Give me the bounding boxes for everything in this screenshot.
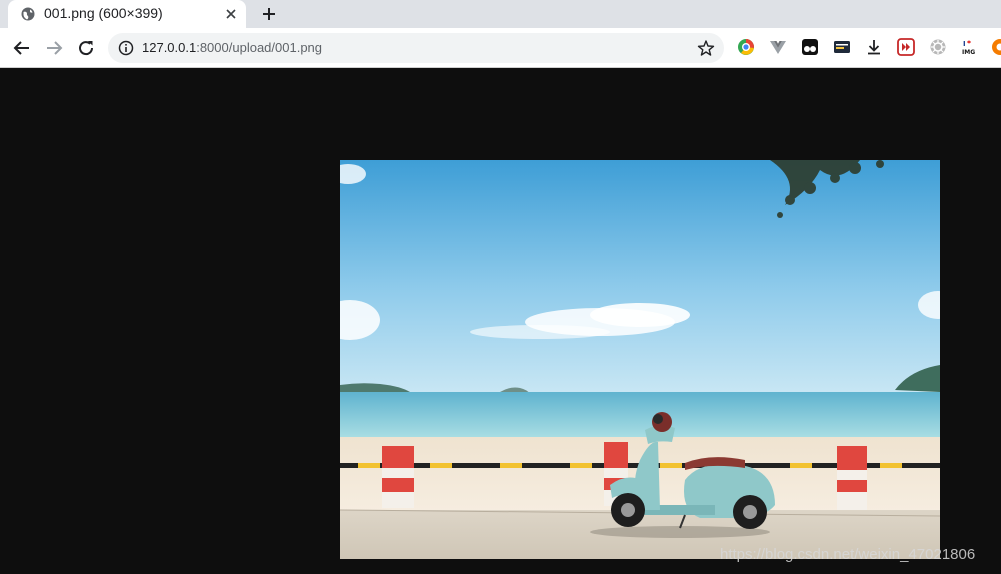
browser-chrome: 001.png (600×399) 127.0.0.1:8000/upload/… — [0, 0, 1001, 68]
gear-icon[interactable] — [929, 38, 947, 56]
url-path: :8000/upload/001.png — [196, 40, 323, 55]
info-icon[interactable] — [118, 40, 134, 56]
svg-text:IMG: IMG — [962, 49, 975, 56]
tab-strip: 001.png (600×399) — [0, 0, 1001, 28]
media-forward-icon[interactable] — [897, 38, 915, 56]
extension-card-icon[interactable] — [833, 38, 851, 56]
tab-001-png[interactable]: 001.png (600×399) — [8, 0, 246, 28]
download-icon[interactable] — [865, 38, 883, 56]
plus-icon[interactable] — [259, 4, 279, 24]
tab-title: 001.png (600×399) — [44, 5, 163, 21]
back-arrow-icon[interactable] — [10, 36, 34, 60]
star-icon[interactable] — [697, 39, 715, 57]
orange-extension-icon[interactable] — [991, 38, 1001, 56]
globe-icon — [21, 7, 35, 21]
watermark: https://blog.csdn.net/weixin_47021806 — [720, 546, 976, 563]
tampermonkey-icon[interactable] — [801, 38, 819, 56]
beach-scooter-photo — [340, 160, 940, 559]
vue-devtools-icon[interactable] — [769, 38, 787, 56]
toolbar: 127.0.0.1:8000/upload/001.png I IMG — [0, 28, 1001, 68]
url-text[interactable]: 127.0.0.1:8000/upload/001.png — [142, 40, 322, 55]
img-icon[interactable]: I IMG — [961, 38, 979, 56]
address-bar[interactable]: 127.0.0.1:8000/upload/001.png — [108, 33, 724, 63]
reload-icon[interactable] — [74, 36, 98, 60]
forward-arrow-icon[interactable] — [42, 36, 66, 60]
close-icon[interactable] — [224, 7, 238, 21]
svg-text:I: I — [963, 40, 966, 48]
url-host: 127.0.0.1 — [142, 40, 197, 55]
chrome-color-icon[interactable] — [737, 38, 755, 56]
